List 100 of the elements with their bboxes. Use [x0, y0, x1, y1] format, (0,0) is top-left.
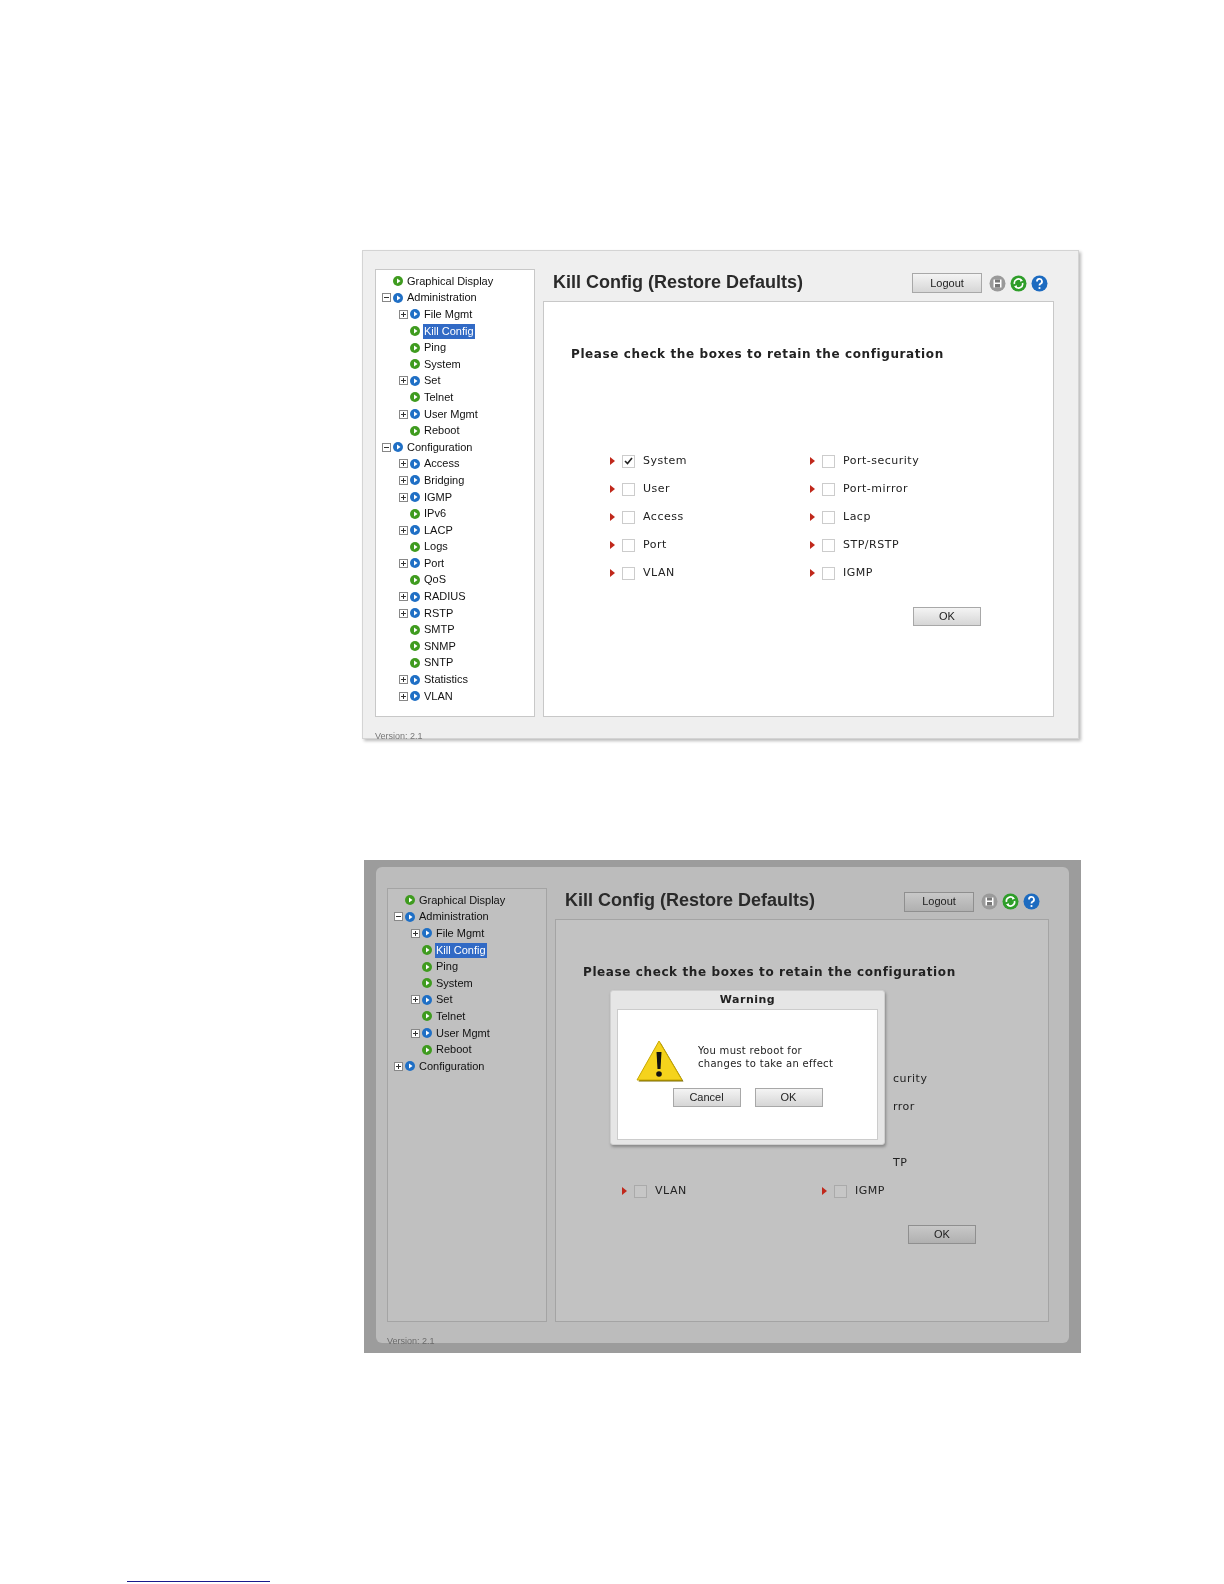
tree-item[interactable]: Bridging	[423, 472, 466, 488]
help-icon[interactable]	[1031, 274, 1048, 292]
ok-button[interactable]: OK	[754, 1088, 823, 1107]
option-label: STP/RSTP	[843, 536, 900, 553]
tree-item[interactable]: Graphical Display	[418, 892, 507, 908]
option-label: Port-mirror	[843, 480, 908, 497]
tree-item[interactable]: Telnet	[423, 389, 455, 405]
tree-item[interactable]: LACP	[423, 522, 454, 538]
folder-node-icon	[393, 292, 403, 303]
tree-item[interactable]: SNMP	[423, 638, 457, 654]
collapse-icon[interactable]	[382, 442, 391, 452]
tree-item[interactable]: Telnet	[435, 1008, 467, 1024]
tree-item[interactable]: Graphical Display	[406, 273, 495, 289]
expand-icon[interactable]	[399, 475, 408, 485]
tree-item[interactable]: SNTP	[423, 655, 455, 671]
checkbox[interactable]	[622, 566, 635, 580]
option-label: TP	[893, 1154, 908, 1171]
checkbox[interactable]	[822, 538, 835, 552]
checkbox[interactable]	[622, 482, 635, 496]
tree-item[interactable]: Set	[423, 373, 442, 389]
tree-item[interactable]: SMTP	[423, 622, 456, 638]
expand-icon[interactable]	[399, 376, 408, 386]
tree-item[interactable]: Ping	[423, 340, 448, 356]
checkbox[interactable]	[822, 482, 835, 496]
bullet-icon	[810, 513, 815, 521]
expand-icon[interactable]	[411, 929, 420, 938]
checkbox[interactable]	[834, 1184, 847, 1198]
option-label: curity	[893, 1070, 928, 1087]
folder-node-icon	[422, 994, 432, 1005]
folder-node-icon	[410, 525, 420, 536]
tree-item[interactable]: Logs	[423, 539, 449, 555]
tree-item[interactable]: User Mgmt	[435, 1025, 491, 1041]
tree-item[interactable]: Configuration	[418, 1058, 486, 1074]
page-node-icon	[410, 508, 420, 519]
tree-item[interactable]: RADIUS	[423, 589, 467, 605]
expand-icon[interactable]	[411, 995, 420, 1005]
save-icon[interactable]	[981, 893, 998, 910]
bullet-icon	[610, 541, 615, 549]
expand-icon[interactable]	[411, 1028, 420, 1038]
expand-icon[interactable]	[399, 310, 408, 319]
tree-item[interactable]: System	[435, 975, 474, 991]
tree-item[interactable]: Administration	[418, 909, 490, 925]
folder-node-icon	[410, 608, 420, 619]
expand-icon[interactable]	[399, 592, 408, 602]
tree-item[interactable]: Access	[423, 456, 461, 472]
checkbox[interactable]	[822, 566, 835, 580]
logout-button[interactable]: Logout	[904, 891, 974, 912]
collapse-icon[interactable]	[382, 293, 391, 303]
tree-item[interactable]: VLAN	[423, 688, 454, 704]
tree-item[interactable]: Reboot	[423, 423, 461, 439]
tree-item[interactable]: RSTP	[423, 605, 455, 621]
checkbox[interactable]	[622, 454, 635, 468]
tree-item[interactable]: Configuration	[406, 439, 474, 455]
tree-item[interactable]: IGMP	[423, 489, 454, 505]
checkbox[interactable]	[822, 454, 835, 468]
page-node-icon	[410, 575, 420, 585]
checkbox[interactable]	[634, 1184, 647, 1198]
expand-icon[interactable]	[399, 409, 408, 419]
expand-icon[interactable]	[399, 691, 408, 701]
expand-icon[interactable]	[399, 492, 408, 502]
collapse-icon[interactable]	[394, 912, 403, 922]
option-label: VLAN	[643, 564, 675, 581]
page-node-icon	[410, 657, 420, 668]
save-icon[interactable]	[989, 274, 1006, 292]
tree-item[interactable]: Kill Config	[423, 323, 475, 339]
checkbox[interactable]	[622, 510, 635, 524]
tree-item[interactable]: QoS	[423, 572, 447, 588]
checkbox[interactable]	[622, 538, 635, 552]
logout-button[interactable]: Logout	[912, 273, 982, 293]
expand-icon[interactable]	[399, 558, 408, 568]
folder-node-icon	[410, 674, 420, 685]
tree-item[interactable]: User Mgmt	[423, 406, 479, 422]
expand-icon[interactable]	[394, 1061, 403, 1071]
page-node-icon	[410, 326, 420, 337]
folder-node-icon	[405, 1061, 415, 1072]
folder-node-icon	[422, 1028, 432, 1039]
help-icon[interactable]	[1023, 893, 1040, 910]
tree-item[interactable]: Port	[423, 555, 446, 571]
tree-item[interactable]: File Mgmt	[435, 926, 486, 941]
cancel-button[interactable]: Cancel	[672, 1088, 741, 1107]
expand-icon[interactable]	[399, 525, 408, 535]
tree-item[interactable]: Statistics	[423, 672, 469, 688]
tree-item[interactable]: Kill Config	[435, 942, 487, 958]
tree-item[interactable]: Set	[435, 992, 454, 1008]
tree-item[interactable]: Administration	[406, 290, 478, 306]
expand-icon[interactable]	[399, 608, 408, 618]
option-label: Access	[643, 508, 684, 525]
folder-node-icon	[410, 591, 420, 602]
refresh-icon[interactable]	[1010, 274, 1027, 292]
tree-item[interactable]: Reboot	[435, 1042, 473, 1058]
ok-button[interactable]: OK	[908, 1225, 976, 1244]
tree-item[interactable]: File Mgmt	[423, 307, 474, 322]
ok-button[interactable]: OK	[913, 607, 981, 626]
tree-item[interactable]: System	[423, 356, 462, 372]
checkbox[interactable]	[822, 510, 835, 524]
tree-item[interactable]: IPv6	[423, 506, 447, 522]
refresh-icon[interactable]	[1002, 893, 1019, 910]
expand-icon[interactable]	[399, 459, 408, 469]
expand-icon[interactable]	[399, 675, 408, 685]
tree-item[interactable]: Ping	[435, 959, 460, 975]
